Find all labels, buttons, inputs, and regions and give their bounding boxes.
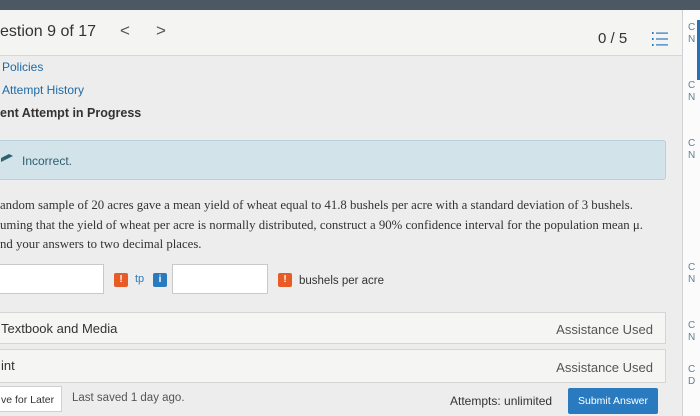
next-question-button[interactable]: >: [156, 21, 166, 41]
question-header: estion 9 of 17 < > 0 / 5: [0, 10, 682, 56]
feedback-status: Incorrect.: [22, 154, 73, 168]
hint-panel[interactable]: int Assistance Used: [0, 349, 666, 383]
question-nav-rail: C N C N C N C N C N C D: [682, 10, 700, 416]
question-list-icon[interactable]: [652, 32, 668, 46]
textbook-assistance-status: Assistance Used: [556, 322, 653, 337]
problem-statement: andom sample of 20 acres gave a mean yie…: [0, 196, 680, 255]
hint-title: int: [1, 358, 15, 373]
attempts-text: Attempts: unlimited: [450, 394, 553, 408]
lower-bound-input[interactable]: [0, 264, 104, 294]
upper-bound-input[interactable]: [172, 264, 268, 294]
footer-bar: ve for Later Last saved 1 day ago. Attem…: [0, 386, 680, 416]
problem-line: nd your answers to two decimal places.: [0, 237, 202, 251]
problem-line: uming that the yield of wheat per acre i…: [0, 217, 643, 232]
rail-question-mark[interactable]: N: [688, 333, 695, 343]
policies-link[interactable]: Policies: [2, 60, 43, 74]
rail-question-mark[interactable]: N: [688, 93, 695, 103]
question-score: 0 / 5: [598, 30, 628, 47]
rail-question-mark[interactable]: C: [688, 365, 695, 375]
hint-assistance-status: Assistance Used: [556, 360, 653, 375]
submit-answer-button[interactable]: Submit Answer: [568, 388, 658, 414]
save-for-later-button[interactable]: ve for Later: [0, 386, 62, 412]
rail-question-mark[interactable]: C: [688, 139, 695, 149]
textbook-media-title: Textbook and Media: [1, 321, 118, 336]
rail-question-mark[interactable]: D: [688, 377, 695, 387]
rail-question-mark[interactable]: C: [688, 263, 695, 273]
tolerance-label: tp: [135, 273, 145, 285]
upper-warning-icon: !: [278, 273, 292, 287]
question-counter: estion 9 of 17: [0, 23, 97, 40]
attempt-history-link[interactable]: Attempt History: [2, 83, 84, 97]
textbook-media-panel[interactable]: Textbook and Media Assistance Used: [0, 312, 666, 344]
answer-row: ! tp i ! bushels per acre: [0, 264, 680, 296]
info-icon[interactable]: i: [153, 273, 167, 287]
pencil-icon: [1, 154, 13, 162]
feedback-banner: Incorrect.: [0, 140, 666, 180]
current-attempt-label: ent Attempt in Progress: [0, 106, 142, 120]
rail-question-mark[interactable]: C: [688, 23, 695, 33]
previous-question-button[interactable]: <: [120, 21, 130, 41]
top-strip: [0, 0, 700, 10]
rail-question-mark[interactable]: C: [688, 81, 695, 91]
rail-question-mark[interactable]: N: [688, 151, 695, 161]
rail-question-mark[interactable]: C: [688, 321, 695, 331]
problem-line: andom sample of 20 acres gave a mean yie…: [0, 198, 633, 212]
lower-warning-icon: !: [114, 273, 128, 287]
units-label: bushels per acre: [299, 275, 385, 287]
rail-question-mark[interactable]: N: [688, 35, 695, 45]
last-saved-text: Last saved 1 day ago.: [72, 392, 185, 404]
rail-question-mark[interactable]: N: [688, 275, 695, 285]
